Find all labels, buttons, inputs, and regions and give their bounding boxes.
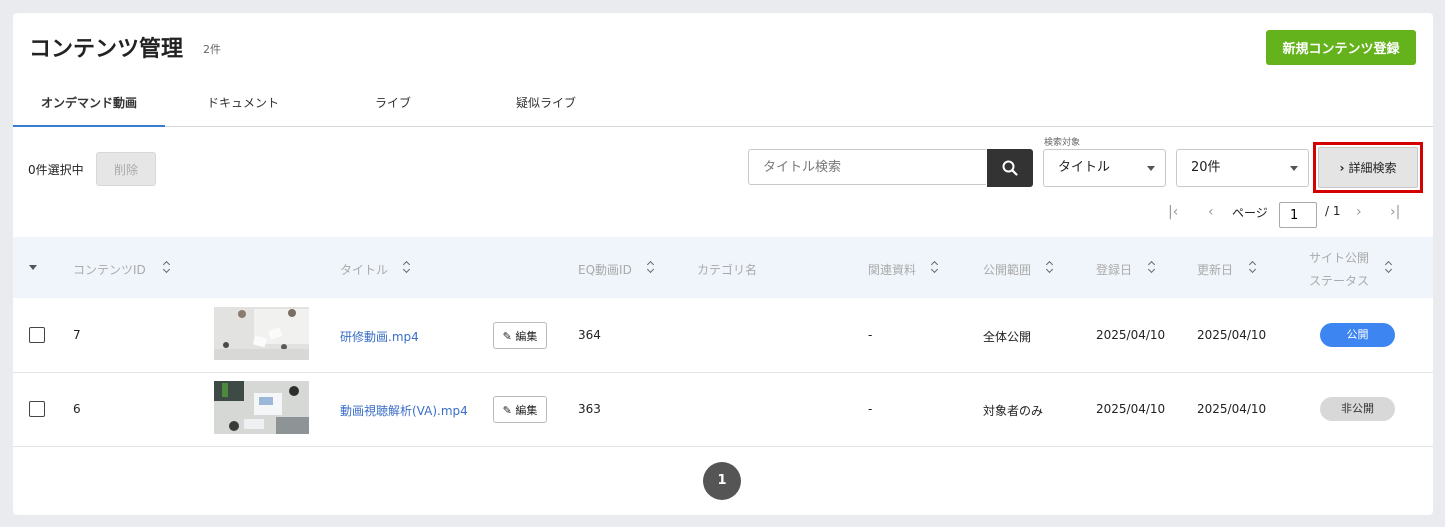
title-link[interactable]: 研修動画.mp4 [340,328,419,345]
delete-button[interactable]: 削除 [96,152,156,186]
content-id: 7 [73,328,81,342]
table-header: コンテンツID タイトル EQ動画ID カテゴリ名 関連資料 公開範囲 登録日 … [13,237,1433,298]
thumbnail-image [214,307,309,360]
sort-icon[interactable] [403,260,411,274]
col-title: タイトル [340,263,389,277]
chevron-down-icon [1147,166,1155,171]
sort-icon[interactable] [931,260,939,274]
col-eq-video-id: EQ動画ID [578,263,632,277]
chevron-right-icon: › [1339,161,1345,175]
content-id: 6 [73,402,81,416]
table-row: 6 動画視聴解析(VA).mp4 ✎ 編集 363 - 対象者のみ 2025/0… [13,373,1433,447]
col-registered: 登録日 [1096,263,1133,277]
last-page-icon[interactable]: ›| [1390,204,1400,220]
search-target-value: タイトル [1058,160,1111,175]
sort-icon[interactable] [647,260,655,274]
prev-page-icon[interactable]: ‹ [1208,204,1214,220]
sort-icon[interactable] [1385,260,1393,274]
pagination-page-1[interactable]: 1 [703,462,741,500]
row-checkbox[interactable] [29,327,45,343]
tab-bar: オンデマンド動画 ドキュメント ライブ 疑似ライブ [13,93,1433,127]
sort-icon[interactable] [163,260,171,274]
selection-count: 0件選択中 [28,163,84,177]
col-category: カテゴリ名 [697,263,758,277]
edit-label: 編集 [515,403,538,417]
sort-icon[interactable] [1249,260,1257,274]
tab-live[interactable]: ライブ [358,93,428,125]
table-row: 7 研修動画.mp4 ✎ 編集 364 - 全体公開 2025/04/10 20… [13,299,1433,373]
search-target-select[interactable]: タイトル [1043,149,1166,187]
status-badge: 公開 [1320,323,1395,347]
content-count: 2件 [203,43,221,56]
chevron-down-icon [1290,166,1298,171]
edit-button[interactable]: ✎ 編集 [493,322,547,349]
eq-video-id: 364 [578,328,601,342]
col-status: ステータス [1309,274,1370,288]
updated-date: 2025/04/10 [1197,328,1267,342]
video-thumbnail[interactable] [214,381,309,434]
updated-date: 2025/04/10 [1197,402,1267,416]
per-page-value: 20件 [1191,160,1221,175]
next-page-icon[interactable]: › [1356,204,1362,220]
edit-button[interactable]: ✎ 編集 [493,396,547,423]
edit-label: 編集 [515,329,538,343]
status-badge: 非公開 [1320,397,1395,421]
total-pages: / 1 [1325,204,1341,218]
related-materials: - [868,328,873,342]
new-content-button[interactable]: 新規コンテンツ登録 [1266,30,1416,65]
page-number-input[interactable] [1279,202,1317,228]
col-materials: 関連資料 [868,263,917,277]
title-search-input[interactable] [748,149,986,185]
pencil-icon: ✎ [502,403,512,417]
tab-pseudo-live[interactable]: 疑似ライブ [501,93,591,125]
page-label: ページ [1232,206,1268,220]
content-panel: コンテンツ管理 2件 新規コンテンツ登録 オンデマンド動画 ドキュメント ライブ… [13,13,1433,515]
select-all-dropdown-icon[interactable] [29,265,37,270]
tab-document[interactable]: ドキュメント [188,93,298,125]
registered-date: 2025/04/10 [1096,328,1166,342]
row-checkbox[interactable] [29,401,45,417]
sort-icon[interactable] [1148,260,1156,274]
publish-scope: 全体公開 [983,330,1032,344]
page-title: コンテンツ管理 [29,37,184,62]
col-scope: 公開範囲 [983,263,1032,277]
search-icon [1002,160,1018,176]
related-materials: - [868,402,873,416]
advanced-search-label: 詳細検索 [1348,161,1397,175]
title-link[interactable]: 動画視聴解析(VA).mp4 [340,402,468,419]
thumbnail-image [214,381,309,434]
search-target-label: 検索対象 [1044,138,1081,148]
per-page-select[interactable]: 20件 [1176,149,1309,187]
video-thumbnail[interactable] [214,307,309,360]
col-site-public: サイト公開 [1309,251,1370,265]
sort-icon[interactable] [1046,260,1054,274]
publish-scope: 対象者のみ [983,404,1044,418]
registered-date: 2025/04/10 [1096,402,1166,416]
tab-on-demand-video[interactable]: オンデマンド動画 [13,93,165,127]
search-button[interactable] [987,149,1033,187]
eq-video-id: 363 [578,402,601,416]
col-content-id: コンテンツID [73,263,146,277]
first-page-icon[interactable]: |‹ [1168,204,1178,220]
col-updated: 更新日 [1197,263,1234,277]
advanced-search-button[interactable]: › 詳細検索 [1318,147,1418,188]
pencil-icon: ✎ [502,329,512,343]
